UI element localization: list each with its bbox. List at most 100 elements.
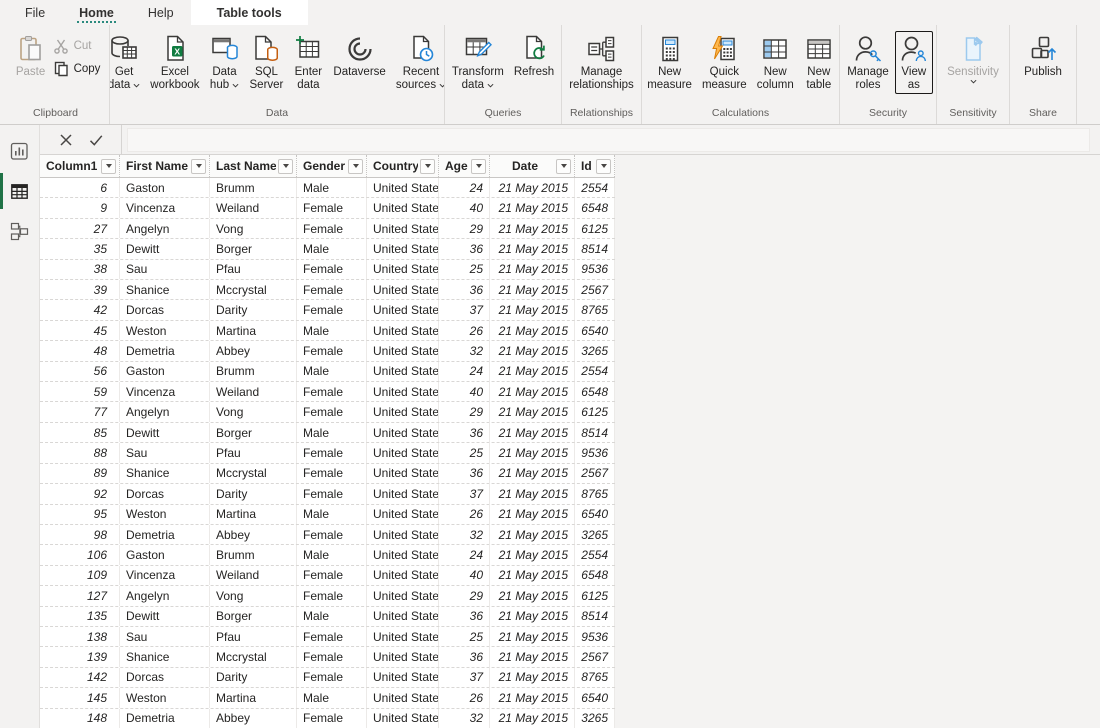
cell-id[interactable]: 6540 <box>575 688 615 708</box>
cell-gender[interactable]: Female <box>297 667 367 688</box>
cell-age[interactable]: 29 <box>439 402 490 422</box>
cell-date[interactable]: 21 May 2015 <box>490 463 575 484</box>
cell-id[interactable]: 8514 <box>575 422 615 443</box>
cell-country[interactable]: United States <box>367 524 439 545</box>
new-column-button[interactable]: New column <box>753 31 798 94</box>
cell-age[interactable]: 24 <box>439 361 490 382</box>
cell-column1[interactable]: 145 <box>40 688 120 708</box>
cell-first-name[interactable]: Dewitt <box>120 422 210 443</box>
cell-gender[interactable]: Male <box>297 422 367 443</box>
cell-first-name[interactable]: Weston <box>120 320 210 341</box>
cell-country[interactable]: United States <box>367 504 439 524</box>
cell-date[interactable]: 21 May 2015 <box>490 259 575 280</box>
cell-country[interactable]: United States <box>367 688 439 708</box>
cell-column1[interactable]: 95 <box>40 504 120 524</box>
cell-age[interactable]: 37 <box>439 667 490 688</box>
sql-server-button[interactable]: SQL Server <box>246 31 288 94</box>
cell-age[interactable]: 32 <box>439 708 490 728</box>
cell-gender[interactable]: Female <box>297 484 367 504</box>
cell-date[interactable]: 21 May 2015 <box>490 280 575 300</box>
cell-id[interactable]: 8765 <box>575 484 615 504</box>
cell-gender[interactable]: Female <box>297 198 367 218</box>
cell-first-name[interactable]: Dorcas <box>120 300 210 320</box>
cell-column1[interactable]: 45 <box>40 320 120 341</box>
cell-last-name[interactable]: Pfau <box>210 626 297 647</box>
cell-country[interactable]: United States <box>367 259 439 280</box>
cell-gender[interactable]: Female <box>297 443 367 463</box>
cell-gender[interactable]: Female <box>297 565 367 586</box>
cell-column1[interactable]: 85 <box>40 422 120 443</box>
cell-date[interactable]: 21 May 2015 <box>490 382 575 402</box>
cell-id[interactable]: 2554 <box>575 178 615 198</box>
formula-input[interactable] <box>127 127 1090 152</box>
sidebar-item-model-view[interactable] <box>0 211 39 251</box>
cell-country[interactable]: United States <box>367 443 439 463</box>
cell-column1[interactable]: 92 <box>40 484 120 504</box>
cell-column1[interactable]: 139 <box>40 647 120 667</box>
cell-date[interactable]: 21 May 2015 <box>490 667 575 688</box>
cell-age[interactable]: 37 <box>439 484 490 504</box>
cell-age[interactable]: 40 <box>439 198 490 218</box>
cell-gender[interactable]: Female <box>297 626 367 647</box>
cell-gender[interactable]: Male <box>297 504 367 524</box>
cell-gender[interactable]: Female <box>297 647 367 667</box>
cell-age[interactable]: 25 <box>439 443 490 463</box>
cell-column1[interactable]: 56 <box>40 361 120 382</box>
cell-first-name[interactable]: Angelyn <box>120 586 210 606</box>
cell-id[interactable]: 8765 <box>575 300 615 320</box>
cell-gender[interactable]: Female <box>297 280 367 300</box>
cell-age[interactable]: 29 <box>439 586 490 606</box>
cell-last-name[interactable]: Borger <box>210 239 297 259</box>
cell-date[interactable]: 21 May 2015 <box>490 626 575 647</box>
cell-id[interactable]: 9536 <box>575 259 615 280</box>
cell-gender[interactable]: Male <box>297 361 367 382</box>
cell-id[interactable]: 6548 <box>575 382 615 402</box>
cell-country[interactable]: United States <box>367 667 439 688</box>
cell-last-name[interactable]: Borger <box>210 606 297 626</box>
cell-age[interactable]: 36 <box>439 422 490 443</box>
cell-country[interactable]: United States <box>367 708 439 728</box>
view-as-button[interactable]: View as <box>894 31 933 94</box>
cell-gender[interactable]: Male <box>297 178 367 198</box>
cell-first-name[interactable]: Angelyn <box>120 218 210 239</box>
cell-first-name[interactable]: Shanice <box>120 647 210 667</box>
tab-help[interactable]: Help <box>131 0 191 25</box>
cell-last-name[interactable]: Darity <box>210 484 297 504</box>
cell-column1[interactable]: 59 <box>40 382 120 402</box>
cell-id[interactable]: 6125 <box>575 218 615 239</box>
cell-date[interactable]: 21 May 2015 <box>490 647 575 667</box>
cell-first-name[interactable]: Sau <box>120 259 210 280</box>
cell-date[interactable]: 21 May 2015 <box>490 178 575 198</box>
cell-country[interactable]: United States <box>367 178 439 198</box>
cell-gender[interactable]: Female <box>297 382 367 402</box>
cell-age[interactable]: 40 <box>439 382 490 402</box>
cell-column1[interactable]: 27 <box>40 218 120 239</box>
cell-first-name[interactable]: Angelyn <box>120 402 210 422</box>
cell-column1[interactable]: 135 <box>40 606 120 626</box>
cell-first-name[interactable]: Weston <box>120 504 210 524</box>
cell-country[interactable]: United States <box>367 361 439 382</box>
column-header-country[interactable]: Country <box>367 155 439 177</box>
get-data-button[interactable]: Get data <box>110 31 144 94</box>
cell-date[interactable]: 21 May 2015 <box>490 361 575 382</box>
filter-dropdown-age[interactable] <box>471 158 486 174</box>
cell-column1[interactable]: 98 <box>40 524 120 545</box>
cell-age[interactable]: 36 <box>439 463 490 484</box>
cell-gender[interactable]: Female <box>297 524 367 545</box>
cell-last-name[interactable]: Brumm <box>210 545 297 565</box>
cell-age[interactable]: 32 <box>439 524 490 545</box>
cell-column1[interactable]: 89 <box>40 463 120 484</box>
excel-workbook-button[interactable]: X Excel workbook <box>146 31 203 94</box>
cell-date[interactable]: 21 May 2015 <box>490 524 575 545</box>
cell-id[interactable]: 6125 <box>575 586 615 606</box>
cell-last-name[interactable]: Mccrystal <box>210 280 297 300</box>
cell-date[interactable]: 21 May 2015 <box>490 239 575 259</box>
cell-age[interactable]: 36 <box>439 239 490 259</box>
cell-id[interactable]: 3265 <box>575 524 615 545</box>
cell-country[interactable]: United States <box>367 198 439 218</box>
cell-last-name[interactable]: Borger <box>210 422 297 443</box>
column-header-date[interactable]: Date <box>490 155 575 177</box>
cell-first-name[interactable]: Dewitt <box>120 606 210 626</box>
cell-last-name[interactable]: Martina <box>210 688 297 708</box>
column-header-last-name[interactable]: Last Name <box>210 155 297 177</box>
